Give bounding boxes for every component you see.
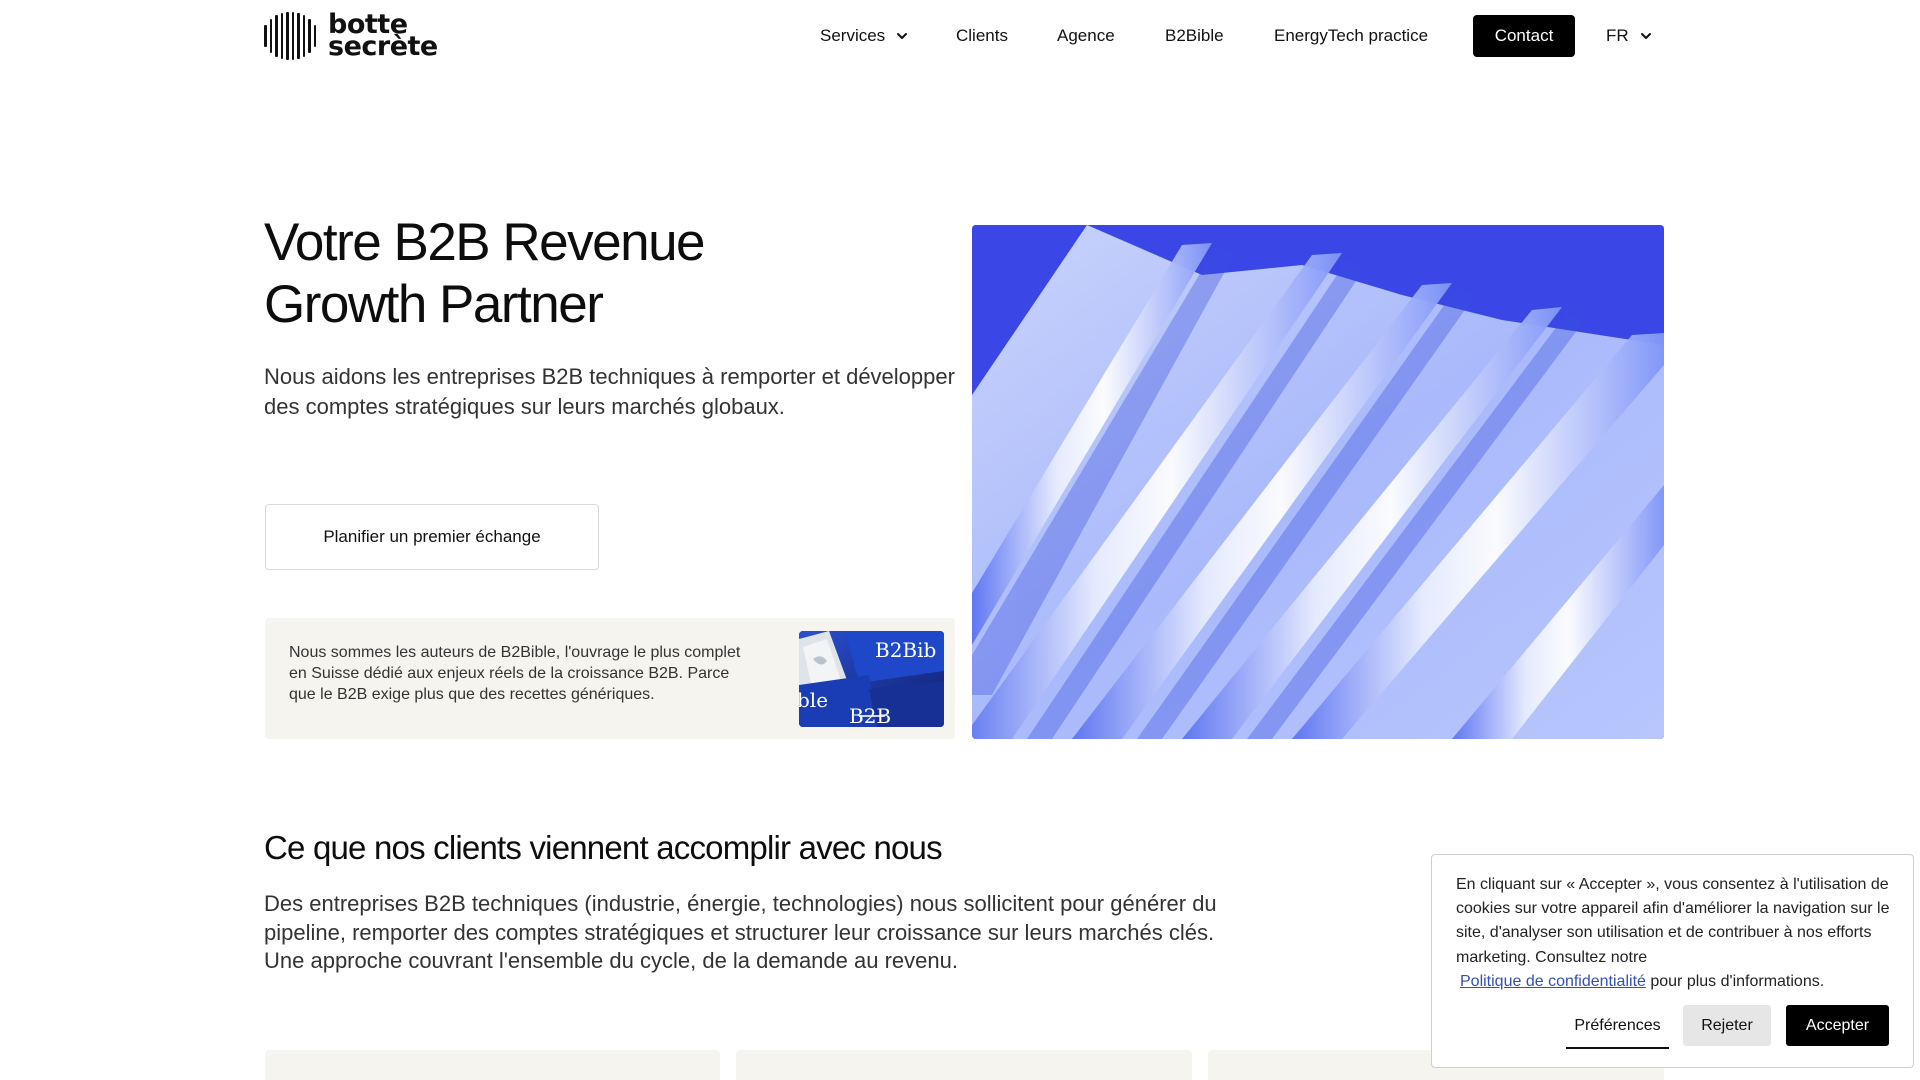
b2bible-book-image: B2Bib ble B2B — [799, 631, 944, 727]
nav-services[interactable]: Services — [820, 15, 909, 57]
schedule-call-button[interactable]: Planifier un premier échange — [265, 504, 599, 570]
cookie-text: En cliquant sur « Accepter », vous conse… — [1456, 873, 1906, 994]
section-title: Ce que nos clients viennent accomplir av… — [264, 829, 943, 866]
language-selector[interactable]: FR — [1606, 15, 1653, 57]
b2bible-promo-text: Nous sommes les auteurs de B2Bible, l'ou… — [289, 644, 741, 703]
b2bible-promo-card[interactable]: Nous sommes les auteurs de B2Bible, l'ou… — [265, 618, 955, 739]
logo-line-2: secrète — [328, 31, 438, 62]
nav-b2bible[interactable]: B2Bible — [1165, 15, 1224, 57]
service-card[interactable] — [265, 1050, 720, 1080]
b2bible-book-illustration: B2Bib ble B2B — [799, 631, 944, 727]
logo-wordmark: botte secrète — [328, 11, 438, 62]
cookie-preferences-button[interactable]: Préférences — [1566, 1005, 1669, 1049]
cookie-reject-button[interactable]: Rejeter — [1683, 1005, 1771, 1046]
site-header: botte secrète Services Clients Agence B2… — [0, 0, 1920, 72]
hero-image — [972, 225, 1664, 739]
cookie-banner: En cliquant sur « Accepter », vous conse… — [1431, 854, 1914, 1068]
cookie-actions: Préférences Rejeter Accepter — [1432, 1005, 1915, 1049]
schedule-call-label: Planifier un premier échange — [323, 527, 541, 546]
contact-button[interactable]: Contact — [1473, 15, 1575, 57]
section-text: Des entreprises B2B techniques (industri… — [264, 891, 1217, 973]
cookie-accept-button[interactable]: Accepter — [1786, 1005, 1889, 1046]
chevron-down-icon — [1640, 33, 1651, 39]
book-title-top: B2Bib — [875, 638, 936, 662]
contact-button-label: Contact — [1494, 26, 1554, 45]
service-card[interactable] — [736, 1050, 1192, 1080]
hero-title-line-2: Growth Partner — [264, 275, 604, 334]
hero-title-line-1: Votre B2B Revenue — [264, 213, 706, 272]
cookie-message-end: pour plus d'informations. — [1645, 972, 1825, 990]
nav-services-label: Services — [820, 26, 886, 45]
privacy-policy-link[interactable]: Politique de confidentialité — [1460, 973, 1646, 990]
hero-title: Votre B2B Revenue Growth Partner — [264, 212, 964, 336]
nav-b2bible-label: B2Bible — [1165, 26, 1224, 45]
nav-clients-label: Clients — [956, 26, 1008, 45]
language-label: FR — [1606, 26, 1629, 45]
logo[interactable]: botte secrète — [264, 11, 438, 62]
hero-subtitle: Nous aidons les entreprises B2B techniqu… — [264, 364, 955, 419]
cookie-reject-label: Rejeter — [1701, 1016, 1753, 1034]
cookie-preferences-label: Préférences — [1574, 1017, 1661, 1034]
chevron-down-icon — [897, 33, 908, 39]
cookie-message: En cliquant sur « Accepter », vous conse… — [1456, 876, 1890, 966]
nav-energytech-label: EnergyTech practice — [1274, 26, 1429, 45]
logo-barcode-icon — [264, 12, 316, 60]
hero-glass-illustration — [972, 225, 1664, 739]
nav-agence-label: Agence — [1057, 26, 1115, 45]
nav-energytech[interactable]: EnergyTech practice — [1274, 15, 1428, 57]
nav-clients[interactable]: Clients — [956, 15, 1008, 57]
cookie-accept-label: Accepter — [1805, 1016, 1870, 1034]
book-title-left: ble — [799, 688, 828, 712]
nav-agence[interactable]: Agence — [1057, 15, 1115, 57]
